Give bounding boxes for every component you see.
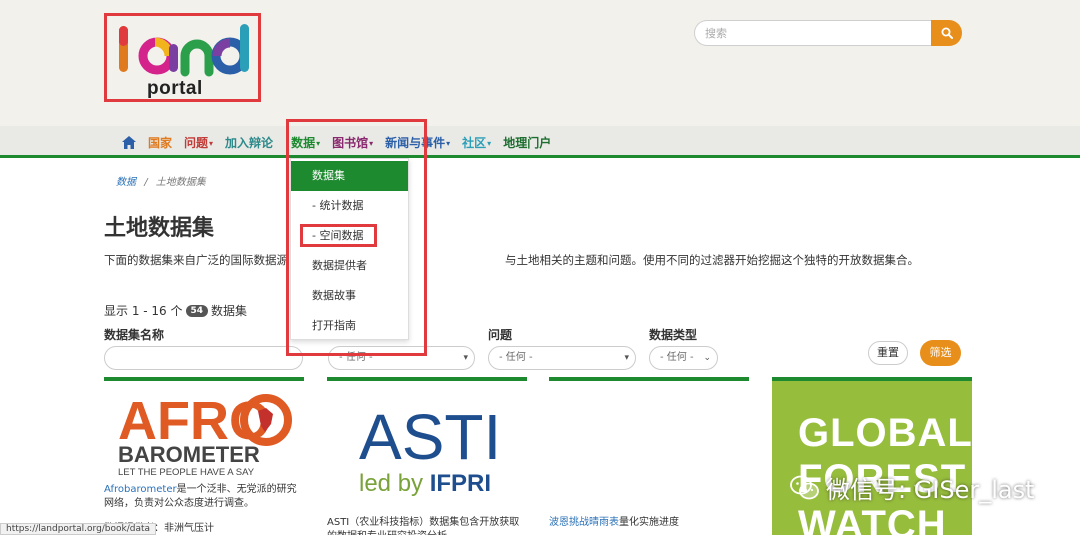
select-value: - 任何 - bbox=[339, 352, 373, 363]
nav-label: 数据 bbox=[291, 135, 316, 150]
asti-logo-line2a: led by bbox=[359, 470, 430, 497]
afro-description: Afrobarometer是一个泛非、无党派的研究网络，负责对公众态度进行调查。 bbox=[104, 483, 304, 511]
asti-logo-line1: ASTI bbox=[359, 401, 501, 473]
chevron-down-icon: ▾ bbox=[369, 138, 374, 148]
afrobarometer-logo: AFRO BAROMETER LET THE PEOPLE HAVE A SAY bbox=[118, 391, 292, 478]
intro-text-part1: 下面的数据集来自广泛的国际数据源 bbox=[104, 253, 288, 267]
select-value: - 任何 - bbox=[660, 352, 694, 363]
nav-label: 社区 bbox=[462, 135, 487, 150]
intro-text-part2: 与土地相关的主题和问题。使用不同的过滤器开始挖掘这个独特的开放数据集合。 bbox=[505, 253, 919, 267]
dropdown-item-guide[interactable]: 打开指南 bbox=[291, 311, 408, 341]
search-input[interactable] bbox=[694, 20, 934, 46]
reset-button[interactable]: 重置 bbox=[868, 341, 908, 365]
nav-item-geoportal[interactable]: 地理门户 bbox=[503, 134, 551, 151]
logo-portal-text: portal bbox=[147, 78, 203, 99]
filter-select-issue[interactable]: - 任何 - ▾ bbox=[488, 346, 636, 370]
search-bar bbox=[694, 20, 962, 46]
breadcrumb-link-data[interactable]: 数据 bbox=[116, 177, 136, 188]
dropdown-item-stories[interactable]: 数据故事 bbox=[291, 281, 408, 311]
dataset-card-gfw[interactable]: GLOBAL FOREST WATCH bbox=[772, 377, 972, 535]
filter-button[interactable]: 筛选 bbox=[920, 340, 961, 366]
nav-item-debate[interactable]: 加入辩论 bbox=[225, 134, 273, 151]
nav-item-data[interactable]: 数据▾ bbox=[291, 134, 320, 151]
main-nav: 国家 问题▾ 加入辩论 数据▾ 图书馆▾ 新闻与事件▾ 社区▾ 地理门户 bbox=[0, 126, 1080, 158]
filter-label-name: 数据集名称 bbox=[104, 328, 165, 342]
bonn-link[interactable]: 波恩挑战晴雨表 bbox=[549, 517, 619, 528]
nav-label: 加入辩论 bbox=[225, 135, 274, 150]
nav-item-library[interactable]: 图书馆▾ bbox=[332, 134, 373, 151]
chevron-down-icon: ▾ bbox=[316, 138, 321, 148]
nav-label: 问题 bbox=[184, 135, 209, 150]
dataset-card-bonn[interactable]: 波恩挑战晴雨表量化实施进度 bbox=[549, 377, 749, 535]
nav-item-community[interactable]: 社区▾ bbox=[462, 134, 491, 151]
count-badge: 54 bbox=[185, 304, 209, 317]
dataset-card-asti[interactable]: ASTI led by IFPRI ASTI（农业科技指标）数据集包含开放获取的… bbox=[327, 377, 527, 535]
nav-label: 地理门户 bbox=[503, 135, 552, 150]
status-bar-url: https://landportal.org/book/data bbox=[0, 523, 157, 535]
bonn-desc-text: 量化实施进度 bbox=[619, 517, 679, 528]
count-suffix: 数据集 bbox=[211, 304, 248, 318]
nav-label: 国家 bbox=[148, 135, 173, 150]
land-logo-graphic bbox=[119, 24, 249, 77]
svg-text:led by IFPRI: led by IFPRI bbox=[359, 470, 491, 497]
dataset-card-afrobarometer[interactable]: AFRO BAROMETER LET THE PEOPLE HAVE A SAY… bbox=[104, 377, 304, 535]
count-prefix: 显示 1 - 16 个 bbox=[104, 304, 183, 318]
site-logo[interactable]: portal bbox=[104, 13, 261, 102]
watermark: 微信号: GISer_last bbox=[790, 470, 1035, 505]
nav-label: 图书馆 bbox=[332, 135, 369, 150]
afro-link[interactable]: Afrobarometer bbox=[104, 484, 177, 495]
dataset-name-input[interactable] bbox=[104, 346, 303, 370]
filter-label-type: 数据类型 bbox=[649, 328, 698, 342]
dropdown-item-providers[interactable]: 数据提供者 bbox=[291, 251, 408, 281]
gfw-line3: WATCH bbox=[798, 503, 947, 535]
breadcrumb-current: 土地数据集 bbox=[155, 177, 206, 188]
nav-label: 新闻与事件 bbox=[385, 135, 446, 150]
filter-select-region[interactable]: - 任何 - ▾ bbox=[328, 346, 475, 370]
afro-logo-line2: BAROMETER bbox=[118, 442, 260, 467]
nav-item-issues[interactable]: 问题▾ bbox=[184, 134, 213, 151]
dropdown-item-statistics[interactable]: - 统计数据 bbox=[291, 191, 408, 221]
watermark-text: 微信号: GISer_last bbox=[826, 476, 1035, 504]
search-icon bbox=[941, 27, 953, 39]
nav-item-countries[interactable]: 国家 bbox=[148, 134, 172, 151]
breadcrumb-separator: / bbox=[144, 177, 148, 188]
result-count: 显示 1 - 16 个 54 数据集 bbox=[104, 302, 247, 319]
asti-description: ASTI（农业科技指标）数据集包含开放获取的数据和专业研究投资分析 bbox=[327, 517, 520, 535]
breadcrumb: 数据 / 土地数据集 bbox=[116, 173, 206, 188]
gfw-line1: GLOBAL bbox=[798, 411, 972, 455]
page-title: 土地数据集 bbox=[104, 216, 215, 241]
dropdown-item-datasets[interactable]: 数据集 bbox=[291, 161, 408, 191]
search-button[interactable] bbox=[931, 20, 962, 46]
site-header: portal bbox=[0, 0, 1080, 126]
chevron-down-icon: ▾ bbox=[209, 138, 214, 148]
filter-select-type[interactable]: - 任何 - ⌄ bbox=[649, 346, 718, 370]
nav-items: 国家 问题▾ 加入辩论 数据▾ 图书馆▾ 新闻与事件▾ 社区▾ 地理门户 bbox=[122, 126, 563, 158]
asti-logo-line2b: IFPRI bbox=[430, 470, 491, 497]
afro-logo-line3: LET THE PEOPLE HAVE A SAY bbox=[118, 467, 255, 478]
nav-item-news[interactable]: 新闻与事件▾ bbox=[385, 134, 450, 151]
asti-logo: ASTI led by IFPRI bbox=[359, 401, 501, 497]
data-dropdown-menu: 数据集 - 统计数据 - 空间数据 数据提供者 数据故事 打开指南 bbox=[290, 158, 409, 340]
chevron-down-icon: ▾ bbox=[463, 353, 468, 363]
chevron-down-icon: ▾ bbox=[446, 138, 451, 148]
filter-label-issue: 问题 bbox=[488, 328, 513, 342]
chevron-down-icon: ▾ bbox=[624, 353, 629, 363]
select-value: - 任何 - bbox=[499, 352, 533, 363]
bonn-description: 波恩挑战晴雨表量化实施进度 bbox=[549, 516, 749, 530]
wechat-icon bbox=[790, 475, 819, 499]
home-icon bbox=[122, 135, 136, 149]
chevron-down-icon: ▾ bbox=[487, 138, 492, 148]
chevron-down-icon: ⌄ bbox=[703, 353, 711, 363]
dropdown-item-spatial[interactable]: - 空间数据 bbox=[291, 221, 408, 251]
nav-home[interactable] bbox=[122, 135, 136, 149]
